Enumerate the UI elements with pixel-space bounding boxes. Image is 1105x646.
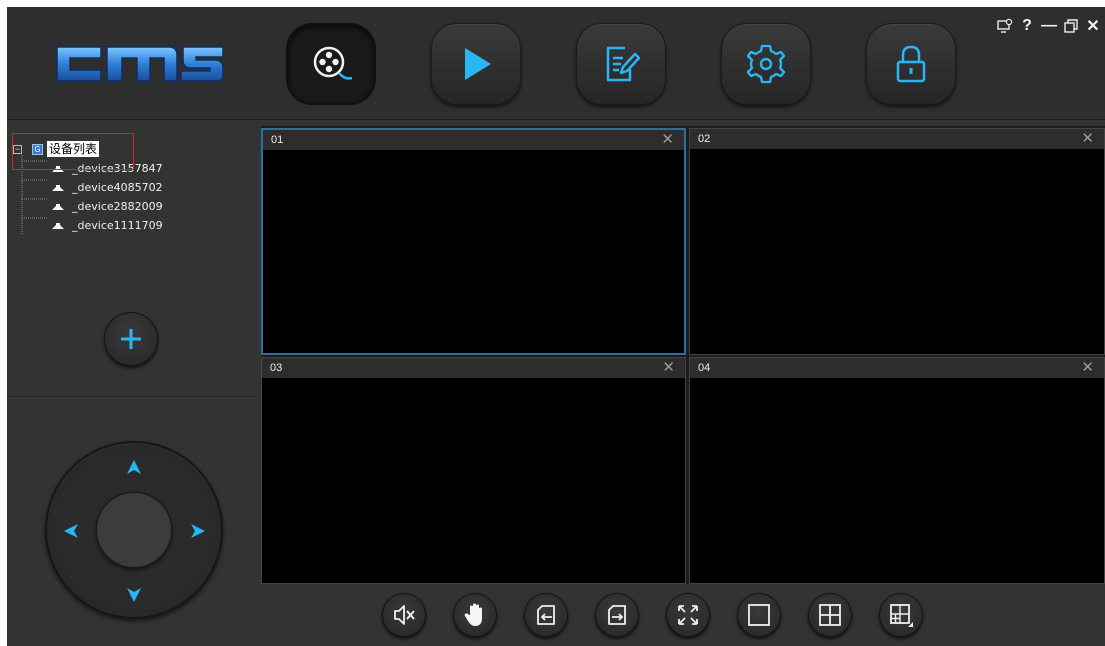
sidebar-divider bbox=[7, 396, 255, 398]
device-label: _device3157847 bbox=[72, 162, 163, 175]
hand-icon bbox=[464, 603, 482, 626]
video-pane-01[interactable]: 01 ✕ bbox=[261, 128, 686, 355]
close-icon[interactable]: ✕ bbox=[661, 131, 674, 149]
nav-live-view-button[interactable] bbox=[286, 23, 376, 105]
video-pane-04[interactable]: 04 ✕ bbox=[689, 357, 1105, 584]
layout-1-button[interactable] bbox=[737, 593, 781, 637]
plus-icon bbox=[121, 329, 141, 349]
close-icon[interactable]: ✕ bbox=[1081, 130, 1094, 148]
lock-icon bbox=[896, 45, 926, 83]
mute-button[interactable] bbox=[382, 593, 426, 637]
arrow-down-icon bbox=[127, 588, 141, 602]
pane-number: 01 bbox=[271, 134, 284, 146]
speaker-mute-icon bbox=[394, 605, 415, 625]
device-label: _device1111709 bbox=[72, 219, 163, 232]
arrow-up-icon bbox=[127, 460, 141, 474]
nav-log-button[interactable] bbox=[576, 23, 666, 105]
video-grid: 01 ✕ 02 ✕ 03 ✕ 04 ✕ bbox=[261, 126, 1105, 584]
layout-more-button[interactable] bbox=[879, 593, 923, 637]
fullscreen-button[interactable] bbox=[666, 593, 710, 637]
pane-header: 02 ✕ bbox=[690, 129, 1104, 149]
layout-4-button[interactable] bbox=[808, 593, 852, 637]
ptz-center-button[interactable] bbox=[96, 492, 172, 568]
video-pane-02[interactable]: 02 ✕ bbox=[689, 128, 1105, 355]
next-page-button[interactable] bbox=[595, 593, 639, 637]
minimize-button[interactable]: — bbox=[1041, 17, 1057, 35]
close-icon[interactable]: ✕ bbox=[662, 359, 675, 377]
device-item[interactable]: _device4085702 bbox=[11, 178, 251, 197]
camera-icon bbox=[52, 222, 64, 229]
ptz-left-button[interactable] bbox=[62, 522, 80, 540]
cms-window: cms ? — ✕ − G 设备列表 _device3157847 _devic… bbox=[7, 7, 1105, 646]
page-forward-icon bbox=[608, 605, 626, 625]
help-button[interactable]: ? bbox=[1019, 17, 1035, 35]
device-item[interactable]: _device2882009 bbox=[11, 197, 251, 216]
restore-button[interactable] bbox=[1063, 17, 1079, 35]
ptz-down-button[interactable] bbox=[125, 586, 143, 604]
film-reel-icon bbox=[313, 46, 353, 80]
collapse-icon[interactable]: − bbox=[13, 144, 22, 154]
cms-logo: cms bbox=[51, 35, 224, 82]
camera-icon bbox=[52, 203, 64, 210]
pane-header: 04 ✕ bbox=[690, 358, 1104, 378]
pane-header: 01 ✕ bbox=[263, 130, 684, 150]
arrow-left-icon bbox=[64, 524, 78, 538]
nav-settings-button[interactable] bbox=[721, 23, 811, 105]
close-button[interactable]: ✕ bbox=[1085, 17, 1101, 35]
remote-screen-icon[interactable] bbox=[997, 17, 1013, 35]
arrow-right-icon bbox=[191, 524, 205, 538]
ptz-control-pad bbox=[45, 441, 223, 619]
device-item[interactable]: _device3157847 bbox=[11, 159, 251, 178]
svg-text:cms: cms bbox=[51, 35, 53, 36]
fullscreen-icon bbox=[678, 605, 698, 625]
device-list-label[interactable]: 设备列表 bbox=[47, 141, 100, 157]
top-navigation-bar: cms ? — ✕ bbox=[7, 7, 1105, 120]
device-item[interactable]: _device1111709 bbox=[11, 216, 251, 235]
group-icon: G bbox=[32, 143, 43, 155]
window-controls: ? — ✕ bbox=[997, 17, 1101, 35]
sidebar: − G 设备列表 _device3157847 _device4085702 _… bbox=[7, 121, 255, 646]
play-icon bbox=[465, 48, 491, 80]
document-edit-icon bbox=[606, 46, 641, 82]
pane-header: 03 ✕ bbox=[262, 358, 685, 378]
nav-playback-button[interactable] bbox=[431, 23, 521, 105]
page-back-icon bbox=[537, 605, 555, 625]
camera-icon bbox=[52, 165, 64, 172]
previous-page-button[interactable] bbox=[524, 593, 568, 637]
device-label: _device4085702 bbox=[72, 181, 163, 194]
nav-lock-button[interactable] bbox=[866, 23, 956, 105]
add-device-button[interactable] bbox=[104, 312, 158, 366]
multi-view-icon bbox=[890, 604, 913, 627]
pane-number: 03 bbox=[270, 362, 283, 374]
ptz-control-button[interactable] bbox=[453, 593, 497, 637]
pane-number: 02 bbox=[698, 133, 711, 145]
ptz-up-button[interactable] bbox=[125, 458, 143, 476]
device-label: _device2882009 bbox=[72, 200, 163, 213]
bottom-toolbar bbox=[261, 586, 1105, 646]
quad-view-icon bbox=[819, 604, 841, 626]
close-icon[interactable]: ✕ bbox=[1081, 359, 1094, 377]
video-pane-03[interactable]: 03 ✕ bbox=[261, 357, 686, 584]
tree-root-item[interactable]: − G 设备列表 bbox=[11, 139, 251, 159]
camera-icon bbox=[52, 184, 64, 191]
ptz-right-button[interactable] bbox=[189, 522, 207, 540]
gear-icon bbox=[746, 44, 786, 84]
single-view-icon bbox=[748, 604, 770, 626]
pane-number: 04 bbox=[698, 362, 711, 374]
